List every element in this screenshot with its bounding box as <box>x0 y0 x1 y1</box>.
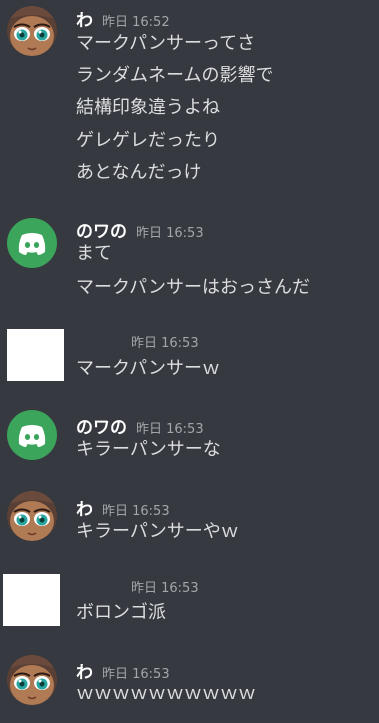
timestamp: 昨日 16:52 <box>102 15 170 30</box>
message-text: 結構印象違うよね <box>76 97 220 118</box>
message-header: 昨日 16:53 <box>122 332 199 354</box>
anime-character-icon <box>7 6 57 56</box>
message-header: わ 昨日 16:53 <box>76 658 170 683</box>
timestamp: 昨日 16:53 <box>131 336 199 351</box>
user-avatar[interactable] <box>3 574 60 626</box>
blank-avatar-icon <box>3 574 60 626</box>
username[interactable]: わ <box>76 658 93 683</box>
timestamp: 昨日 16:53 <box>102 667 170 682</box>
message-text: マークパンサーってさ <box>76 33 256 54</box>
message-text: あとなんだっけ <box>76 162 202 183</box>
username[interactable]: わ <box>76 495 93 520</box>
message-text: ランダムネームの影響で <box>76 65 274 86</box>
message-text: ｗｗｗｗｗｗｗｗｗｗ <box>76 683 256 704</box>
user-avatar[interactable] <box>7 491 57 541</box>
user-avatar[interactable] <box>7 6 57 56</box>
user-avatar[interactable] <box>7 218 57 268</box>
blank-avatar-icon <box>7 329 64 381</box>
timestamp: 昨日 16:53 <box>102 504 170 519</box>
discord-logo-icon <box>7 218 57 268</box>
message-header: のワの 昨日 16:53 <box>76 217 204 242</box>
message-text: ゲレゲレだったり <box>76 130 220 151</box>
message-header: のワの 昨日 16:53 <box>76 413 204 438</box>
message-text: マークパンサーはおっさんだ <box>76 277 310 298</box>
message-text: ボロンゴ派 <box>76 602 166 623</box>
message-text: マークパンサーｗ <box>76 358 220 379</box>
username[interactable]: のワの <box>76 217 127 242</box>
timestamp: 昨日 16:53 <box>136 422 204 437</box>
user-avatar[interactable] <box>7 655 57 705</box>
user-avatar[interactable] <box>7 329 64 381</box>
message-header: 昨日 16:53 <box>122 577 199 599</box>
message-text: キラーパンサーやｗ <box>76 521 239 542</box>
anime-character-icon <box>7 491 57 541</box>
username[interactable]: のワの <box>76 413 127 438</box>
timestamp: 昨日 16:53 <box>136 226 204 241</box>
timestamp: 昨日 16:53 <box>131 581 199 596</box>
message-list: わ 昨日 16:52 マークパンサーってさ ランダムネームの影響で 結構印象違う… <box>0 0 379 723</box>
anime-character-icon <box>7 655 57 705</box>
message-header: わ 昨日 16:52 <box>76 6 170 31</box>
message-header: わ 昨日 16:53 <box>76 495 170 520</box>
username[interactable]: わ <box>76 6 93 31</box>
message-text: キラーパンサーな <box>76 439 221 460</box>
discord-logo-icon <box>7 410 57 460</box>
message-text: まて <box>76 243 112 264</box>
user-avatar[interactable] <box>7 410 57 460</box>
